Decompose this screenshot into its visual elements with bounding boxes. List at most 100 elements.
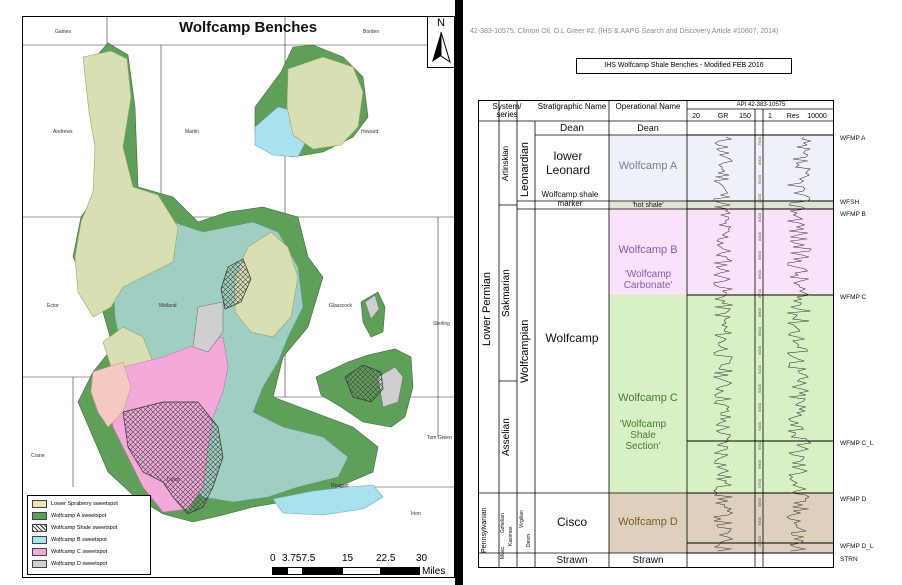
legend-item: Wolfcamp Shale sweetspot — [32, 523, 117, 532]
depth-tick: 8900 — [757, 327, 762, 336]
scale-label: 3.757.5 — [282, 553, 316, 564]
legend-label: Lower Spraberry sweetspot — [51, 500, 118, 507]
county-label: Midland — [159, 303, 177, 309]
map-canvas — [23, 17, 454, 523]
legend-swatch — [32, 559, 47, 568]
county-label: Glasscock — [329, 303, 353, 309]
scale-bar: 0 3.757.5 15 22.5 30 Miles — [270, 553, 445, 577]
marker-wfmp-d: WFMP D — [840, 496, 867, 503]
county-label: Howard — [361, 129, 379, 135]
depth-tick: 8300 — [757, 213, 762, 222]
county-label: Martin — [185, 129, 199, 135]
legend-swatch — [32, 547, 47, 556]
res-min: 1 — [768, 113, 772, 120]
scale-unit: Miles — [422, 566, 446, 577]
oper-dean: Dean — [637, 123, 659, 133]
strat-strawn: Strawn — [556, 555, 588, 566]
penn-stage-mosc: Mosc. — [500, 545, 506, 559]
res-max: 10000 — [807, 113, 827, 120]
map-panel: Wolfcamp Benches Gaines Borden Andrews M… — [22, 16, 455, 578]
county-label: Gaines — [55, 29, 71, 35]
county-label: Reagan — [331, 483, 349, 489]
scale-label: 15 — [342, 553, 354, 564]
res-label: Res — [786, 113, 800, 120]
depth-tick: 8800 — [757, 308, 762, 317]
county-label: Crane — [31, 453, 45, 459]
header-api: API 42-383-10575 — [736, 102, 786, 108]
stage-asselian: Asselian — [501, 418, 512, 456]
oper-strawn: Strawn — [632, 555, 664, 566]
scale-label: 30 — [416, 553, 428, 564]
oper-wolfcamp-shale-section: 'Wolfcamp Shale Section' — [619, 419, 667, 452]
scale-label: 22.5 — [376, 553, 396, 564]
depth-tick: 10000 — [757, 536, 762, 548]
depth-tick: 9200 — [757, 384, 762, 393]
header-system: System/ series — [492, 102, 522, 119]
log-title: IHS Wolfcamp Shale Benches - Modified FE… — [576, 58, 792, 74]
legend-label: Wolfcamp D sweetspot — [51, 560, 108, 567]
county-label: Andrews — [53, 129, 73, 135]
legend-label: Wolfcamp C sweetspot — [51, 548, 108, 555]
marker-wfmp-d-l: WFMP D_L — [840, 543, 874, 550]
legend-swatch — [32, 535, 47, 544]
depth-tick: 8500 — [757, 251, 762, 260]
depth-tick: 8100 — [757, 175, 762, 184]
north-arrow: N — [427, 17, 454, 68]
oper-hot-shale: 'hot shale' — [632, 202, 664, 209]
header-oper: Operational Name — [615, 102, 681, 111]
marker-wfmp-b: WFMP B — [840, 211, 866, 218]
stage-artinskian: Artinskian — [501, 145, 510, 181]
legend-item: Wolfcamp D sweetspot — [32, 559, 107, 568]
map-title: Wolfcamp Benches — [178, 19, 318, 36]
depth-tick: 8600 — [757, 270, 762, 279]
penn-series-desm: Desm. — [526, 532, 532, 548]
depth-tick: 9000 — [757, 346, 762, 355]
depth-tick: 9100 — [757, 365, 762, 374]
oper-wolfcamp-c: Wolfcamp C — [618, 392, 678, 404]
legend-item: Wolfcamp C sweetspot — [32, 547, 107, 556]
oper-wolfcamp-carbonate: 'Wolfcamp Carbonate' — [623, 269, 673, 291]
legend-swatch — [32, 499, 47, 508]
strat-shale-marker: Wolfcamp shale marker — [541, 190, 599, 208]
depth-tick: 8000 — [757, 156, 762, 165]
panel-divider — [455, 0, 463, 585]
depth-tick: 8700 — [757, 289, 762, 298]
depth-tick: 9400 — [757, 422, 762, 431]
marker-strn: STRN — [840, 556, 858, 563]
marker-wfmp-c: WFMP C — [840, 294, 867, 301]
legend-swatch — [32, 511, 47, 520]
county-label: Upton — [167, 477, 181, 483]
depth-tick: 7900 — [757, 137, 762, 146]
legend-label: Wolfcamp Shale sweetspot — [51, 524, 118, 531]
depth-tick: 8200 — [757, 194, 762, 203]
county-label: Tom Green — [427, 435, 452, 441]
marker-wfsh: WFSH — [840, 199, 860, 206]
legend-label: Wolfcamp A sweetspot — [51, 512, 107, 519]
oper-wolfcamp-d: Wolfcamp D — [618, 516, 678, 528]
series-wolfcampian: Wolfcampian — [519, 319, 531, 383]
legend-swatch — [32, 523, 47, 532]
strat-cisco: Cisco — [556, 515, 587, 529]
oper-wolfcamp-b: Wolfcamp B — [618, 244, 678, 256]
county-label: Irion — [411, 511, 421, 517]
legend-item: Lower Spraberry sweetspot — [32, 499, 118, 508]
legend-label: Wolfcamp B sweetspot — [51, 536, 107, 543]
oper-wolfcamp-a: Wolfcamp A — [618, 160, 678, 172]
legend-item: Wolfcamp B sweetspot — [32, 535, 107, 544]
gr-min: 20 — [692, 113, 700, 120]
map-legend: Lower Spraberry sweetspot Wolfcamp A swe… — [27, 495, 151, 575]
pennsylvanian-label: Pennsylvanian — [481, 507, 488, 553]
stage-sakmarian: Sakmarian — [501, 269, 512, 317]
header-strat: Stratigraphic Name — [537, 102, 607, 111]
north-letter: N — [437, 17, 445, 29]
penn-stage-kasimov: Kasimov. — [508, 525, 514, 547]
depth-tick: 9700 — [757, 479, 762, 488]
strat-dean: Dean — [560, 123, 584, 134]
strat-wolfcamp: Wolfcamp — [545, 331, 599, 345]
county-label: Borden — [363, 29, 380, 35]
gr-max: 150 — [739, 113, 751, 120]
system-label: Lower Permian — [481, 272, 493, 346]
depth-tick: 9800 — [757, 498, 762, 507]
series-leonardian: Leonardian — [519, 141, 531, 197]
gr-label: GR — [717, 113, 729, 120]
